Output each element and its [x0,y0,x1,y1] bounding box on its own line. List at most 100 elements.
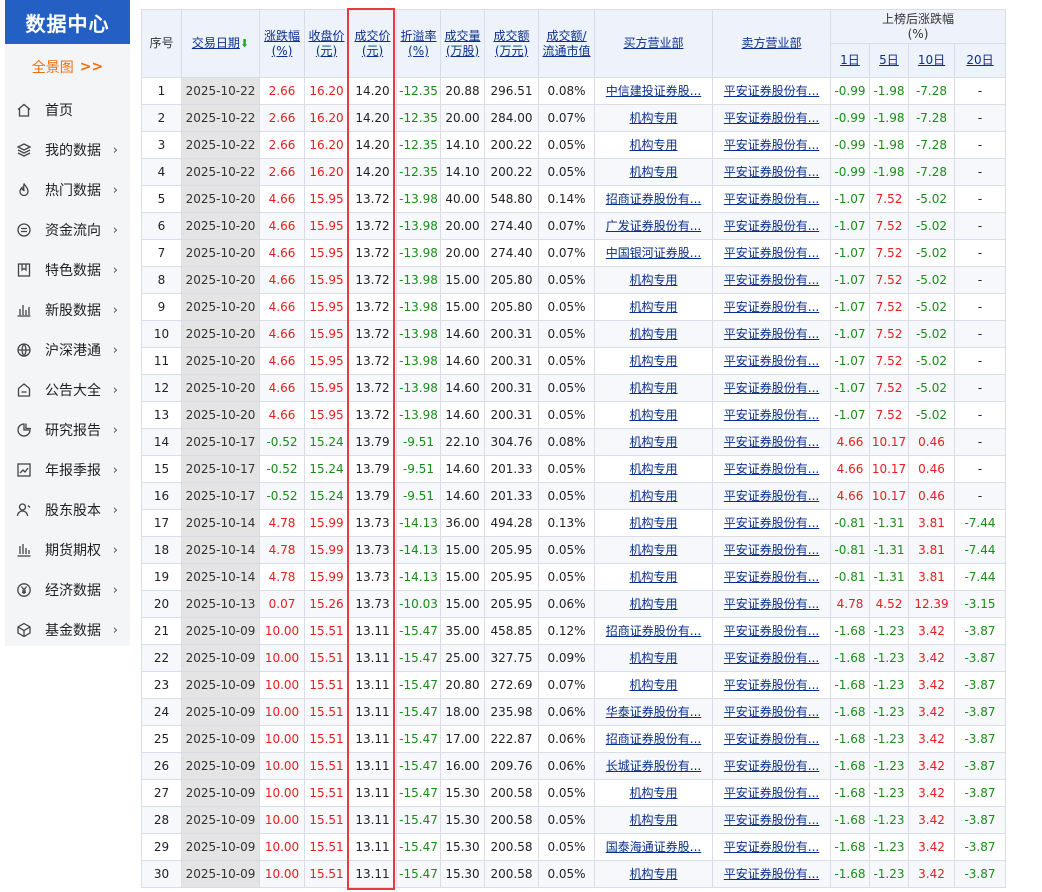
buyer-link[interactable]: 招商证券股份有... [606,732,701,746]
buyer-link[interactable]: 机构专用 [629,381,677,395]
seller-link[interactable]: 平安证券股份有... [724,246,819,260]
seller-link[interactable]: 平安证券股份有... [724,300,819,314]
cell-after-1d: -1.68 [830,698,870,726]
sidebar-item-12[interactable]: 经济数据 › [5,570,130,610]
header-after-10d[interactable]: 10日 [908,43,955,78]
full-map-link[interactable]: 全景图 >> [5,44,130,90]
seller-link[interactable]: 平安证券股份有... [724,678,819,692]
seller-link[interactable]: 平安证券股份有... [724,786,819,800]
buyer-link[interactable]: 机构专用 [629,435,677,449]
buyer-link[interactable]: 机构专用 [629,138,677,152]
header-close[interactable]: 收盘价 (元) [304,9,349,78]
seller-link[interactable]: 平安证券股份有... [724,354,819,368]
sidebar-item-7[interactable]: 公告大全 › [5,370,130,410]
buyer-link[interactable]: 机构专用 [629,408,677,422]
sidebar-item-2[interactable]: 热门数据 › [5,170,130,210]
seller-link[interactable]: 平安证券股份有... [724,408,819,422]
header-amount[interactable]: 成交额 (万元) [484,9,539,78]
seller-link[interactable]: 平安证券股份有... [724,813,819,827]
header-after-5d[interactable]: 5日 [869,43,909,78]
sidebar-item-6[interactable]: 沪深港通 › [5,330,130,370]
buyer-link[interactable]: 招商证券股份有... [606,624,701,638]
seller-link[interactable]: 平安证券股份有... [724,624,819,638]
buyer-link[interactable]: 机构专用 [629,516,677,530]
buyer-link[interactable]: 机构专用 [629,651,677,665]
seller-link[interactable]: 平安证券股份有... [724,651,819,665]
sidebar-item-0[interactable]: 首页 [5,90,130,130]
seller-link[interactable]: 平安证券股份有... [724,462,819,476]
header-ratio[interactable]: 成交额/流通市值 [538,9,595,78]
header-change-pct[interactable]: 涨跌幅 (%) [259,9,305,78]
buyer-link[interactable]: 国泰海通证券股... [606,840,701,854]
seller-link[interactable]: 平安证券股份有... [724,597,819,611]
buyer-link[interactable]: 机构专用 [629,489,677,503]
header-date-link[interactable]: 交易日期 [192,36,240,50]
sidebar-item-8[interactable]: 研究报告 › [5,410,130,450]
seller-link[interactable]: 平安证券股份有... [724,138,819,152]
sidebar-item-9[interactable]: 年报季报 › [5,450,130,490]
seller-link[interactable]: 平安证券股份有... [724,759,819,773]
buyer-link[interactable]: 招商证券股份有... [606,192,701,206]
sidebar-item-10[interactable]: 股东股本 › [5,490,130,530]
header-seller-link[interactable]: 卖方营业部 [741,36,801,50]
sidebar-item-4[interactable]: 特色数据 › [5,250,130,290]
header-buyer-link[interactable]: 买方营业部 [623,36,683,50]
buyer-link[interactable]: 机构专用 [629,867,677,881]
buyer-link[interactable]: 机构专用 [629,111,677,125]
buyer-link[interactable]: 机构专用 [629,570,677,584]
seller-link[interactable]: 平安证券股份有... [724,840,819,854]
seller-link[interactable]: 平安证券股份有... [724,381,819,395]
seller-link[interactable]: 平安证券股份有... [724,219,819,233]
buyer-link[interactable]: 长城证券股份有... [606,759,701,773]
seller-link[interactable]: 平安证券股份有... [724,489,819,503]
header-price[interactable]: 成交价 (元) [348,9,397,78]
header-buyer[interactable]: 买方营业部 [594,9,713,78]
header-close-link[interactable]: 收盘价 (元) [308,29,344,58]
header-discount-link[interactable]: 折溢率 (%) [400,29,436,58]
header-change-pct-link[interactable]: 涨跌幅 (%) [264,29,300,58]
seller-link[interactable]: 平安证券股份有... [724,732,819,746]
seller-link[interactable]: 平安证券股份有... [724,84,819,98]
sidebar-item-3[interactable]: 资金流向 › [5,210,130,250]
buyer-link[interactable]: 机构专用 [629,354,677,368]
seller-link[interactable]: 平安证券股份有... [724,435,819,449]
buyer-link[interactable]: 机构专用 [629,327,677,341]
seller-link[interactable]: 平安证券股份有... [724,273,819,287]
buyer-link[interactable]: 广发证券股份有... [606,219,701,233]
buyer-link[interactable]: 机构专用 [629,300,677,314]
header-ratio-link[interactable]: 成交额/流通市值 [542,29,590,58]
seller-link[interactable]: 平安证券股份有... [724,192,819,206]
buyer-link[interactable]: 机构专用 [629,786,677,800]
sidebar-item-11[interactable]: 期货期权 › [5,530,130,570]
buyer-link[interactable]: 中信建投证券股... [606,84,701,98]
seller-link[interactable]: 平安证券股份有... [724,516,819,530]
seller-link[interactable]: 平安证券股份有... [724,867,819,881]
seller-link[interactable]: 平安证券股份有... [724,327,819,341]
seller-link[interactable]: 平安证券股份有... [724,705,819,719]
header-after-20d[interactable]: 20日 [953,43,1007,78]
buyer-link[interactable]: 机构专用 [629,165,677,179]
header-discount[interactable]: 折溢率 (%) [396,9,441,78]
header-date[interactable]: 交易日期⬇ [181,9,260,78]
seller-link[interactable]: 平安证券股份有... [724,165,819,179]
header-after-1d[interactable]: 1日 [830,43,870,78]
buyer-link[interactable]: 华泰证券股份有... [606,705,701,719]
header-volume-link[interactable]: 成交量 (万股) [444,29,480,58]
sidebar-item-13[interactable]: 基金数据 › [5,610,130,650]
buyer-link[interactable]: 中国银河证券股... [606,246,701,260]
seller-link[interactable]: 平安证券股份有... [724,570,819,584]
buyer-link[interactable]: 机构专用 [629,813,677,827]
header-volume[interactable]: 成交量 (万股) [440,9,485,78]
seller-link[interactable]: 平安证券股份有... [724,543,819,557]
header-price-link[interactable]: 成交价 (元) [354,29,390,58]
seller-link[interactable]: 平安证券股份有... [724,111,819,125]
sidebar-item-1[interactable]: 我的数据 › [5,130,130,170]
buyer-link[interactable]: 机构专用 [629,597,677,611]
sidebar-item-5[interactable]: 新股数据 › [5,290,130,330]
buyer-link[interactable]: 机构专用 [629,543,677,557]
buyer-link[interactable]: 机构专用 [629,273,677,287]
header-seller[interactable]: 卖方营业部 [712,9,831,78]
header-amount-link[interactable]: 成交额 (万元) [493,29,529,58]
buyer-link[interactable]: 机构专用 [629,462,677,476]
buyer-link[interactable]: 机构专用 [629,678,677,692]
